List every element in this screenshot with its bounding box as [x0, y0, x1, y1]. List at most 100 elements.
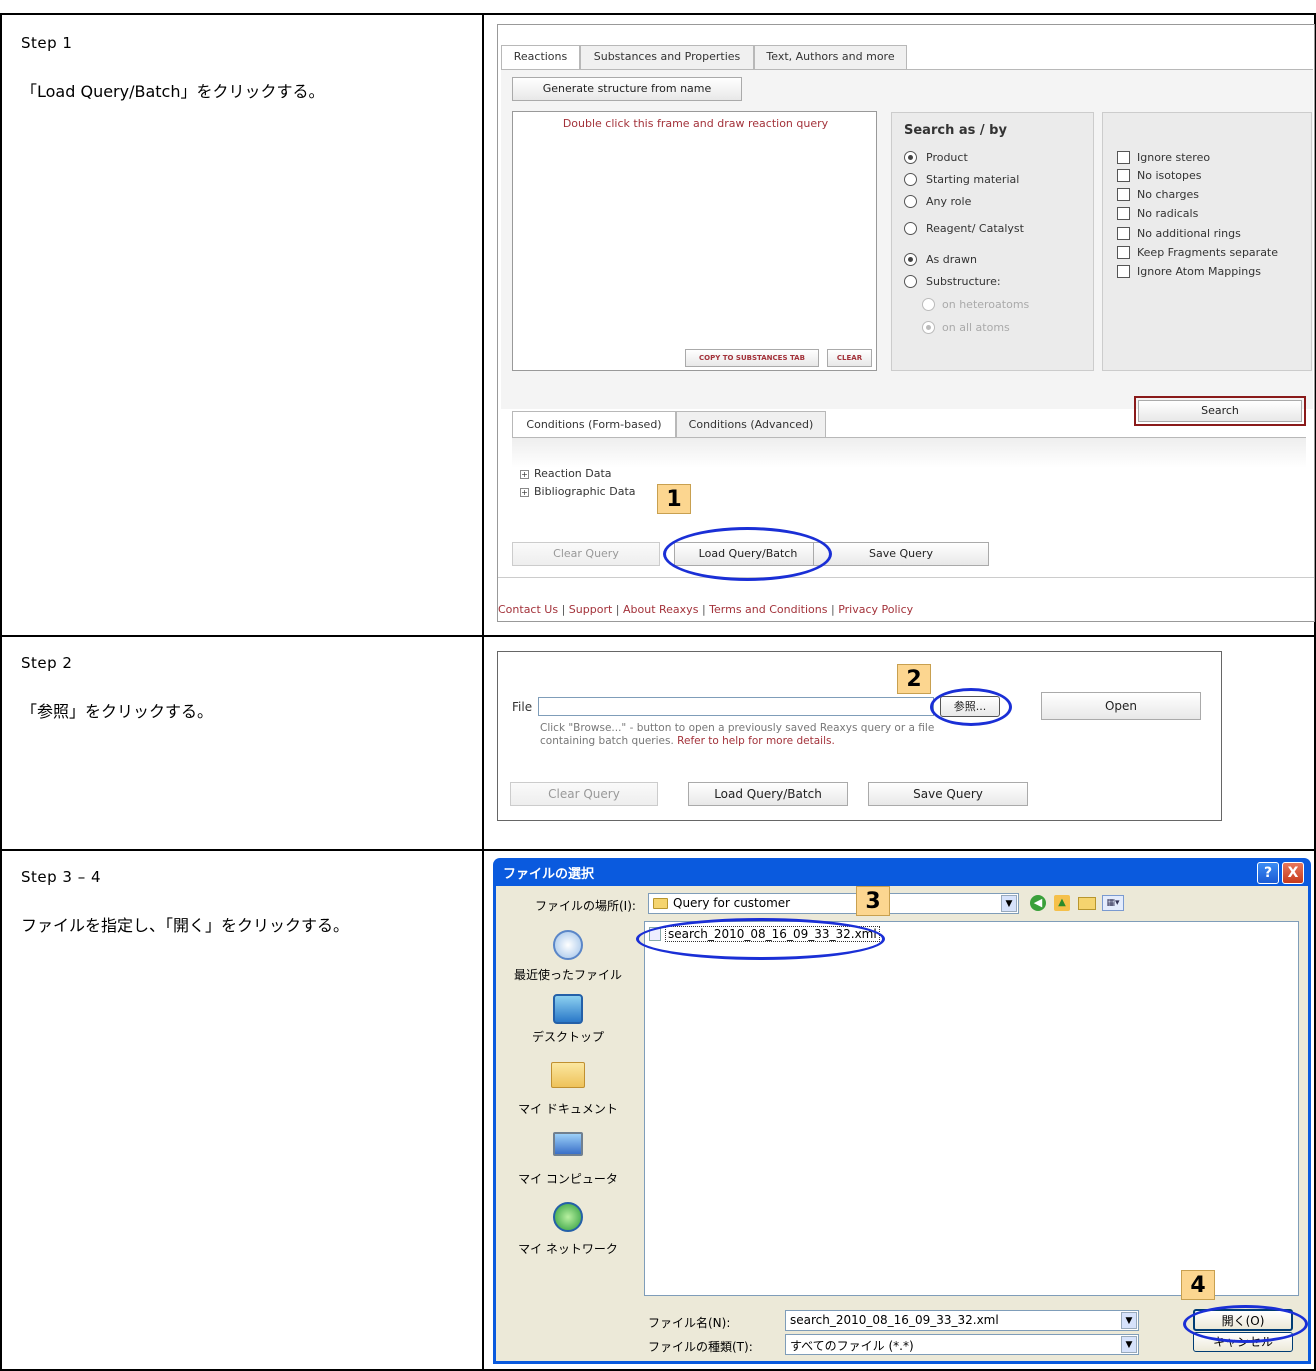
callout-badge-2: 2 [897, 664, 931, 694]
dropdown-arrow-icon[interactable]: ▼ [1121, 1312, 1137, 1329]
checkbox-no-radicals[interactable] [1117, 207, 1130, 220]
tree-bibliographic-data[interactable]: + Bibliographic Data [520, 485, 636, 498]
filename-label: ファイル名(N): [648, 1316, 731, 1330]
table-border-top [0, 13, 1316, 15]
dropdown-arrow-icon[interactable]: ▼ [1121, 1336, 1137, 1353]
radio-on-heteroatoms[interactable] [922, 298, 935, 311]
radio-product[interactable] [904, 151, 917, 164]
file-label: File [512, 700, 533, 714]
footer-about-link[interactable]: About Reaxys [623, 603, 698, 616]
help-button[interactable]: ? [1257, 862, 1279, 884]
tab-conditions-advanced[interactable]: Conditions (Advanced) [676, 411, 826, 438]
place-documents-label: マイ ドキュメント [518, 1102, 618, 1116]
step-1-desc: 「Load Query/Batch」をクリックする。 [21, 82, 325, 101]
reaction-draw-frame[interactable]: Double click this frame and draw reactio… [512, 111, 877, 371]
my-computer-icon [553, 1132, 583, 1156]
filetype-value: すべてのファイル (*.*) [790, 1339, 914, 1353]
save-query-button[interactable]: Save Query [868, 782, 1028, 806]
footer-separator-char: | [615, 603, 620, 616]
back-icon[interactable]: ◀ [1030, 895, 1046, 911]
clear-query-button[interactable]: Clear Query [510, 782, 658, 806]
dropdown-arrow-icon[interactable]: ▼ [1001, 895, 1017, 912]
checkbox-keep-fragments-label: Keep Fragments separate [1137, 246, 1279, 259]
clear-structure-button[interactable]: CLEAR [827, 349, 872, 367]
search-as-box: Search as / by Product Starting material… [891, 112, 1094, 371]
checkbox-ignore-stereo-label: Ignore stereo [1137, 151, 1211, 164]
tab-conditions-form[interactable]: Conditions (Form-based) [512, 411, 676, 438]
callout-badge-1: 1 [657, 484, 691, 514]
load-query-batch-button[interactable]: Load Query/Batch [688, 782, 848, 806]
open-button[interactable]: Open [1041, 692, 1201, 720]
callout-oval-open [1183, 1305, 1308, 1343]
callout-badge-3: 3 [856, 886, 890, 916]
close-button[interactable]: X [1282, 862, 1304, 884]
filetype-select[interactable]: すべてのファイル (*.*) ▼ [785, 1334, 1139, 1355]
place-recent[interactable]: 最近使ったファイル [498, 926, 638, 990]
my-documents-icon [551, 1062, 585, 1088]
file-path-input[interactable] [538, 697, 934, 716]
new-folder-icon[interactable] [1078, 897, 1096, 910]
radio-any-role[interactable] [904, 195, 917, 208]
location-label: ファイルの場所(I): [535, 899, 636, 913]
view-menu-icon[interactable]: ▦▾ [1102, 895, 1124, 911]
place-documents[interactable]: マイ ドキュメント [498, 1054, 638, 1124]
footer-support-link[interactable]: Support [569, 603, 612, 616]
file-hint: Click "Browse..." - button to open a pre… [540, 722, 934, 748]
radio-as-drawn[interactable] [904, 253, 917, 266]
filename-input[interactable]: search_2010_08_16_09_33_32.xml ▼ [785, 1310, 1139, 1331]
dialog-title: ファイルの選択 [503, 867, 595, 882]
checkbox-ignore-atom-mappings[interactable] [1117, 265, 1130, 278]
search-button-frame: Search [1134, 396, 1306, 426]
file-hint-line-1: Click "Browse..." - button to open a pre… [540, 722, 935, 734]
radio-reagent-catalyst[interactable] [904, 222, 917, 235]
place-desktop-label: デスクトップ [531, 1030, 604, 1044]
place-network[interactable]: マイ ネットワーク [498, 1198, 638, 1268]
tab-substances[interactable]: Substances and Properties [580, 45, 754, 69]
radio-on-all-atoms-label: on all atoms [942, 321, 1010, 334]
copy-to-substances-button[interactable]: COPY TO SUBSTANCES TAB [685, 349, 819, 367]
file-hint-line-2: containing batch queries. Refer to help … [540, 735, 934, 748]
radio-starting-material-label: Starting material [926, 173, 1020, 186]
search-button[interactable]: Search [1138, 400, 1302, 422]
file-load-panel: File 参照... Open Click "Browse..." - butt… [497, 651, 1222, 821]
expand-icon: + [520, 470, 529, 479]
save-query-button[interactable]: Save Query [813, 542, 989, 566]
filename-value: search_2010_08_16_09_33_32.xml [790, 1313, 999, 1327]
file-list[interactable]: search_2010_08_16_09_33_32.xml [644, 921, 1299, 1296]
checkbox-ignore-stereo[interactable] [1117, 151, 1130, 164]
step-2-title: Step 2 [21, 654, 73, 672]
place-desktop[interactable]: デスクトップ [498, 990, 638, 1054]
radio-substructure[interactable] [904, 275, 917, 288]
filetype-label: ファイルの種類(T): [648, 1340, 753, 1354]
tree-reaction-data[interactable]: + Reaction Data [520, 467, 612, 480]
options-box: Ignore stereo No isotopes No charges No … [1102, 112, 1312, 371]
footer-terms-link[interactable]: Terms and Conditions [709, 603, 827, 616]
clear-query-button[interactable]: Clear Query [512, 542, 660, 566]
table-row-divider [0, 635, 1316, 637]
location-value: Query for customer [673, 896, 791, 910]
generate-structure-button[interactable]: Generate structure from name [512, 77, 742, 101]
step-3-4-title: Step 3 – 4 [21, 868, 102, 886]
radio-on-all-atoms[interactable] [922, 321, 935, 334]
footer-privacy-link[interactable]: Privacy Policy [838, 603, 913, 616]
help-link[interactable]: Refer to help for more details. [677, 735, 835, 747]
checkbox-no-charges[interactable] [1117, 188, 1130, 201]
callout-oval-file-item [636, 918, 885, 960]
location-combo[interactable]: Query for customer ▼ [648, 893, 1019, 914]
tab-reactions[interactable]: Reactions [501, 45, 580, 70]
checkbox-no-additional-rings[interactable] [1117, 227, 1130, 240]
footer-contact-link[interactable]: Contact Us [498, 603, 558, 616]
tree-bibliographic-data-label: Bibliographic Data [534, 485, 636, 498]
footer-separator-char: | [701, 603, 706, 616]
radio-starting-material[interactable] [904, 173, 917, 186]
reaxys-panel: Reactions Substances and Properties Text… [497, 24, 1315, 622]
up-folder-icon[interactable]: ▲ [1054, 895, 1070, 911]
tab-text-authors[interactable]: Text, Authors and more [754, 45, 907, 69]
place-computer-label: マイ コンピュータ [518, 1172, 618, 1186]
place-computer[interactable]: マイ コンピュータ [498, 1126, 638, 1196]
footer-separator [498, 577, 1314, 578]
checkbox-no-isotopes[interactable] [1117, 169, 1130, 182]
step-1-title: Step 1 [21, 34, 73, 52]
tab-strip: Reactions Substances and Properties Text… [498, 45, 1314, 70]
checkbox-keep-fragments[interactable] [1117, 246, 1130, 259]
